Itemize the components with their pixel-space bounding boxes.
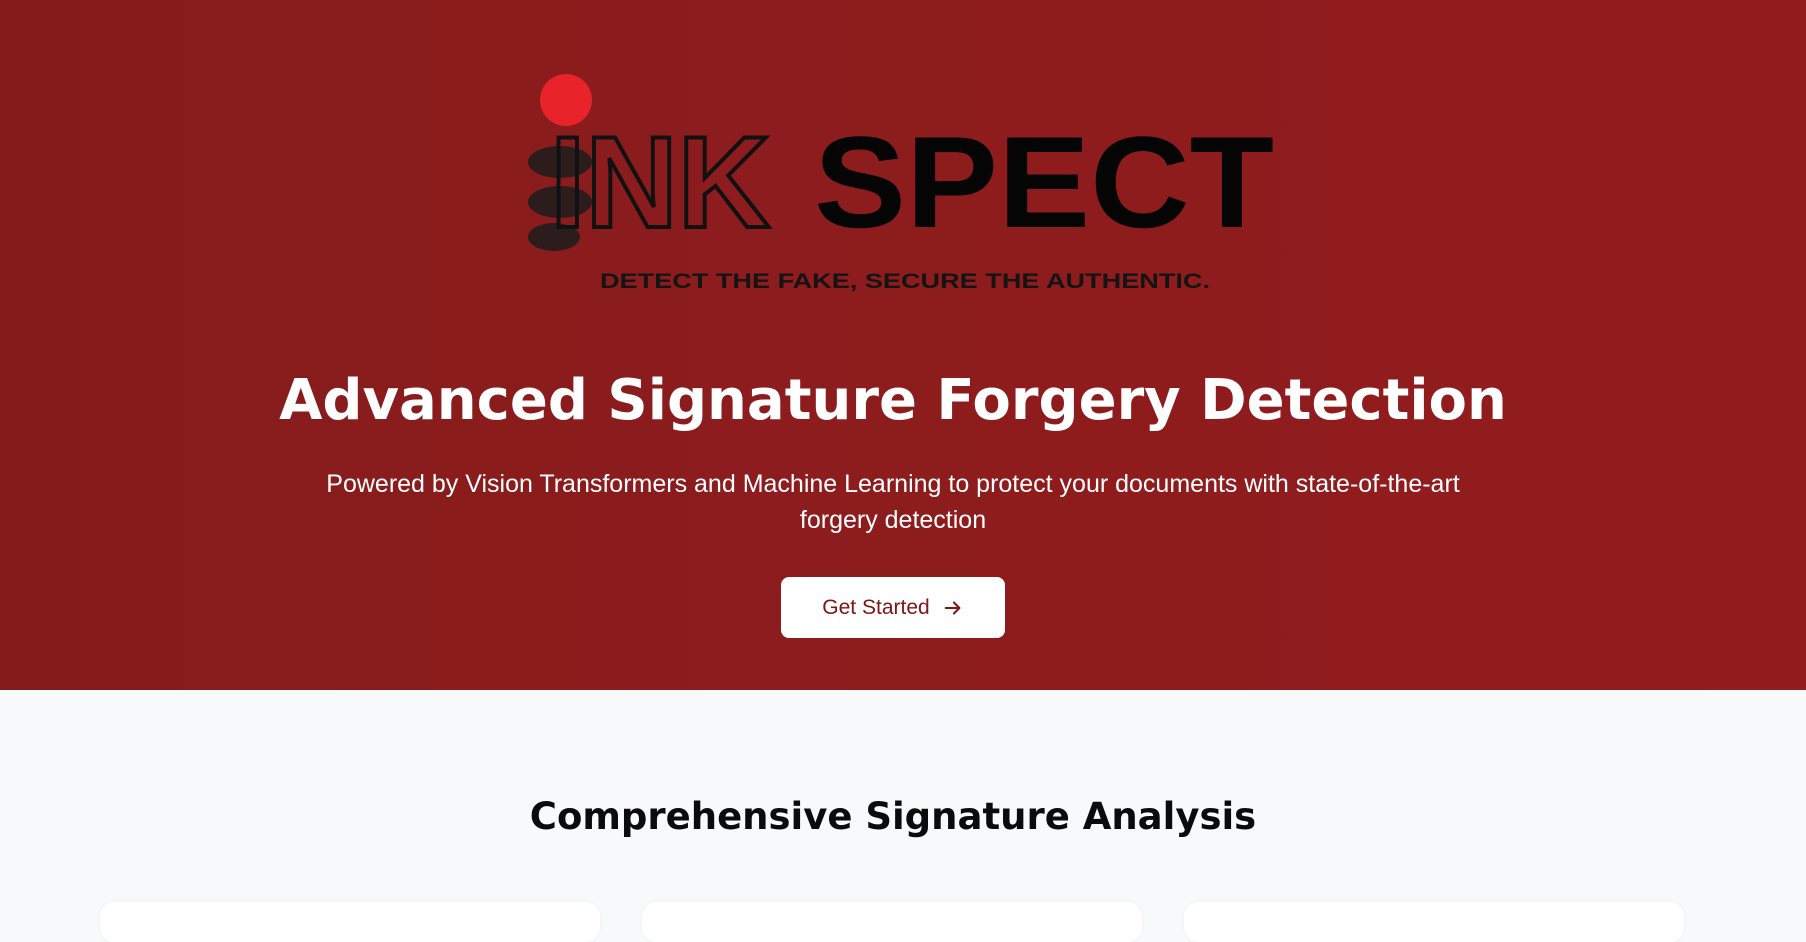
get-started-button[interactable]: Get Started (781, 577, 1005, 638)
hero-title: Advanced Signature Forgery Detection (279, 368, 1507, 433)
logo-brand-prefix: INK (550, 109, 770, 255)
feature-card (1184, 902, 1684, 942)
feature-card (100, 902, 600, 942)
logo-brand-suffix: SPECT (814, 109, 1274, 255)
features-title: Comprehensive Signature Analysis (529, 795, 1257, 838)
arrow-right-icon (944, 600, 961, 615)
get-started-label: Get Started (822, 595, 930, 619)
inkspect-logo: INK SPECT DETECT THE FAKE, SECURE THE AU… (528, 74, 1274, 293)
logo-tagline: DETECT THE FAKE, SECURE THE AUTHENTIC. (600, 270, 1210, 293)
hero-section: INK SPECT DETECT THE FAKE, SECURE THE AU… (0, 0, 1806, 690)
feature-card (642, 902, 1142, 942)
hero-subtitle: Powered by Vision Transformers and Machi… (326, 470, 1460, 534)
